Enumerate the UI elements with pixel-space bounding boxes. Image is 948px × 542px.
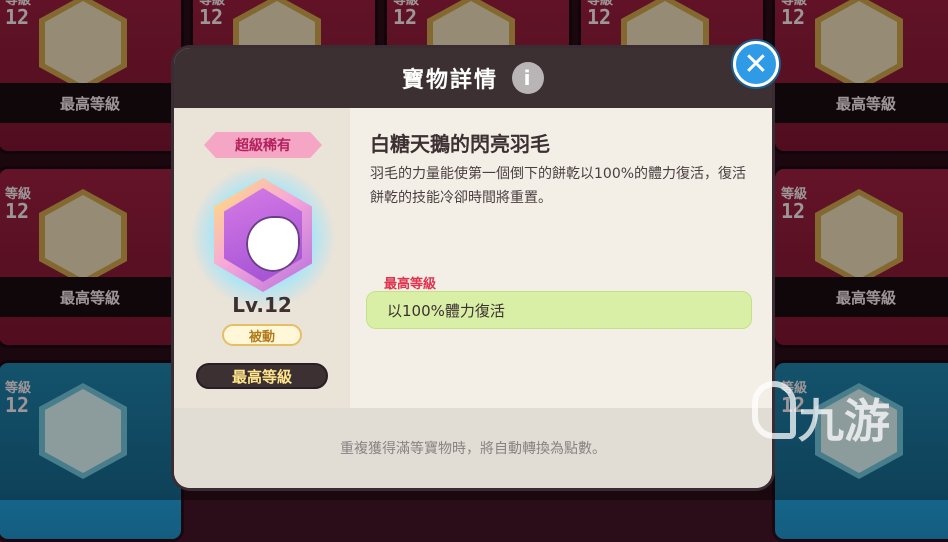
treasure-description: 羽毛的力量能使第一個倒下的餅乾以100%的體力復活，復活餅乾的技能冷卻時間將重置…	[370, 166, 747, 206]
treasure-name: 白糖天鵝的閃亮羽毛	[370, 132, 550, 156]
treasure-icon-inner	[224, 188, 302, 282]
modal-header: 寶物詳情 i	[174, 48, 772, 108]
rarity-badge: 超級稀有	[204, 132, 322, 158]
passive-badge: 被動	[222, 324, 302, 346]
modal-title: 寶物詳情	[401, 68, 498, 93]
watermark-mark-icon	[752, 381, 796, 439]
max-level-effect: 以100%體力復活	[366, 291, 752, 329]
max-level-button[interactable]: 最高等級	[196, 363, 328, 389]
close-button[interactable]: ✕	[733, 41, 779, 87]
treasure-detail-panel: 白糖天鵝的閃亮羽毛 羽毛的力量能使第一個倒下的餅乾以100%的體力復活，復活餅乾…	[350, 108, 772, 408]
watermark-text: 九游	[798, 394, 890, 448]
swan-feather-icon	[246, 216, 300, 272]
info-icon[interactable]: i	[512, 62, 544, 94]
modal-footer-note: 重複獲得滿等寶物時，將自動轉換為點數。	[174, 408, 772, 488]
max-level-section-label: 最高等級	[384, 277, 437, 292]
watermark-logo: 九游	[752, 375, 917, 459]
treasure-level: Lv.12	[232, 293, 292, 317]
close-icon: ✕	[743, 46, 769, 82]
treasure-detail-modal: 寶物詳情 i 超級稀有 Lv.12 被動 最高等級 白糖天鵝的閃亮羽毛 羽毛的力…	[174, 48, 772, 488]
